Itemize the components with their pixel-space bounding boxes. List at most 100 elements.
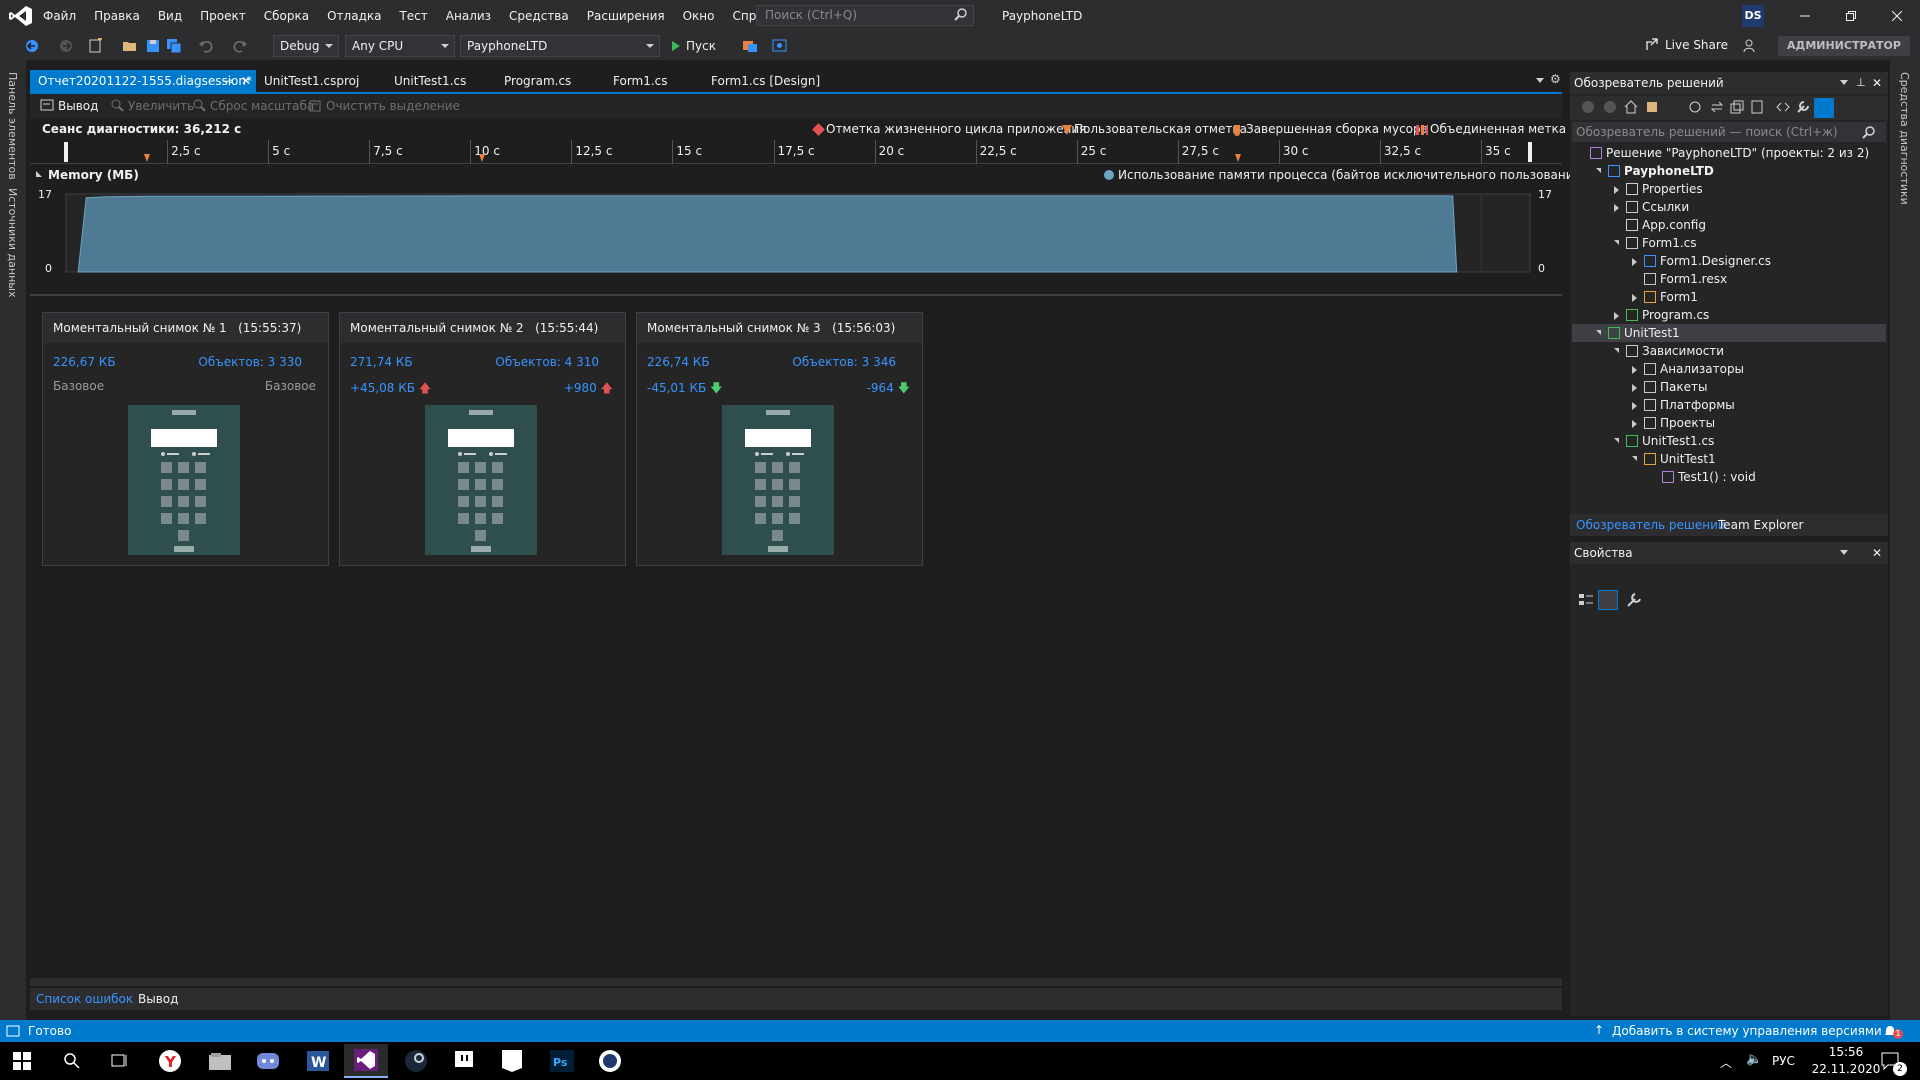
collapse-all-icon[interactable] — [1730, 100, 1744, 114]
menu-extensions[interactable]: Расширения — [578, 0, 674, 32]
heap-size-link[interactable]: 271,74 КБ — [350, 355, 413, 369]
tree-item[interactable]: Решение "PayphoneLTD" (проекты: 2 из 2) — [1572, 144, 1886, 162]
restore-button[interactable] — [1828, 0, 1874, 32]
snapshot-card[interactable]: Моментальный снимок № 1 (15:55:37) 226,67… — [42, 312, 329, 566]
collapsed-arrow-icon[interactable] — [1632, 258, 1637, 266]
tree-item[interactable]: App.config — [1572, 216, 1886, 234]
size-diff[interactable]: +45,08 КБ 🡅 — [350, 379, 431, 400]
tab-unittest-csproj[interactable]: UnitTest1.csproj — [256, 70, 367, 92]
expanded-arrow-icon[interactable] — [1632, 456, 1637, 461]
live-share-button[interactable]: Live Share — [1645, 38, 1728, 52]
pin-icon[interactable]: ⊸ — [223, 70, 233, 92]
tab-unittest-cs[interactable]: UnitTest1.cs — [386, 70, 474, 92]
tree-item[interactable]: PayphoneLTD — [1572, 162, 1886, 180]
clock-time[interactable]: 15:56 — [1816, 1045, 1876, 1059]
redo-icon[interactable] — [232, 38, 248, 54]
user-marker[interactable] — [143, 154, 150, 162]
collapsed-arrow-icon[interactable] — [1632, 402, 1637, 410]
object-diff[interactable]: -964 🡇 — [867, 379, 910, 400]
user-marker[interactable] — [1235, 154, 1242, 162]
forward-icon[interactable] — [58, 38, 74, 54]
tab-diagsession[interactable]: Отчет20201122-1555.diagsession* ⊸ ✕ — [30, 70, 256, 92]
diagnostic-tools-tab[interactable]: Средства диагностики — [1898, 72, 1911, 205]
visual-studio-logo-icon[interactable] — [8, 5, 34, 27]
forward-icon[interactable] — [1604, 101, 1616, 113]
wot-icon[interactable] — [588, 1044, 632, 1078]
browser-link-icon[interactable] — [742, 38, 758, 54]
menu-analyze[interactable]: Анализ — [437, 0, 500, 32]
home-icon[interactable] — [1624, 100, 1638, 114]
tab-error-list[interactable]: Список ошибок — [30, 988, 139, 1010]
task-view-icon[interactable] — [98, 1044, 142, 1078]
configuration-select[interactable]: Debug — [273, 35, 339, 57]
open-folder-icon[interactable] — [122, 38, 138, 54]
gear-icon[interactable]: ⚙ — [1550, 72, 1561, 86]
tree-item[interactable]: UnitTest1 — [1572, 324, 1886, 342]
menu-build[interactable]: Сборка — [255, 0, 318, 32]
view-code-icon[interactable] — [1776, 100, 1790, 114]
search-icon[interactable] — [1862, 125, 1876, 139]
tab-form1-cs[interactable]: Form1.cs — [605, 70, 676, 92]
property-pages-wrench-icon[interactable] — [1626, 592, 1642, 608]
close-tab-icon[interactable]: ✕ — [241, 70, 251, 92]
object-count-link[interactable]: Объектов: 4 310 — [495, 355, 599, 369]
epic-games-icon[interactable] — [490, 1044, 534, 1078]
snapshot-card[interactable]: Моментальный снимок № 2 (15:55:44) 271,74… — [339, 312, 626, 566]
output-button[interactable]: Вывод — [38, 94, 98, 118]
tree-item[interactable]: Form1.cs — [1572, 234, 1886, 252]
timeline-left-handle[interactable] — [64, 142, 68, 162]
new-project-icon[interactable] — [88, 38, 104, 54]
close-panel-icon[interactable]: ✕ — [1872, 72, 1882, 94]
back-icon[interactable] — [24, 38, 40, 54]
twitch-icon[interactable] — [442, 1044, 486, 1078]
save-icon[interactable] — [145, 38, 161, 54]
pin-panel-icon[interactable]: ⊥ — [1856, 72, 1866, 94]
tree-item[interactable]: UnitTest1.cs — [1572, 432, 1886, 450]
toolbox-tab[interactable]: Панель элементов — [6, 72, 19, 180]
yandex-browser-icon[interactable]: Y — [148, 1044, 192, 1078]
preview-selected-icon[interactable] — [1814, 98, 1834, 118]
tree-item[interactable]: Form1 — [1572, 288, 1886, 306]
tab-form1-design[interactable]: Form1.cs [Design] — [703, 70, 828, 92]
save-all-icon[interactable] — [166, 38, 182, 54]
tab-overflow-icon[interactable] — [1536, 78, 1544, 83]
start-button[interactable] — [0, 1044, 44, 1078]
tab-team-explorer[interactable]: Team Explorer — [1714, 514, 1808, 536]
tree-item[interactable]: Пакеты — [1572, 378, 1886, 396]
tray-chevron-icon[interactable]: ︿ — [1720, 1054, 1732, 1071]
object-count-link[interactable]: Объектов: 3 346 — [792, 355, 896, 369]
timeline-right-handle[interactable] — [1528, 142, 1532, 162]
alphabetical-icon[interactable] — [1598, 590, 1618, 610]
close-window-button[interactable] — [1874, 0, 1920, 32]
data-sources-tab[interactable]: Источники данных — [6, 188, 19, 297]
switch-views-icon[interactable] — [1646, 100, 1660, 114]
clock-date[interactable]: 22.11.2020 — [1806, 1062, 1886, 1076]
object-count-link[interactable]: Объектов: 3 330 — [198, 355, 302, 369]
menu-window[interactable]: Окно — [674, 0, 724, 32]
feedback-icon[interactable] — [1742, 38, 1758, 54]
reset-zoom-button[interactable]: Сброс масштаба — [190, 94, 314, 118]
undo-icon[interactable] — [198, 38, 214, 54]
expanded-arrow-icon[interactable] — [1614, 348, 1619, 353]
collapsed-arrow-icon[interactable] — [1632, 294, 1637, 302]
expanded-arrow-icon[interactable] — [1596, 168, 1601, 173]
tree-item[interactable]: Properties — [1572, 180, 1886, 198]
collapsed-arrow-icon[interactable] — [1632, 384, 1637, 392]
user-avatar[interactable]: DS — [1742, 5, 1764, 27]
tree-item[interactable]: Form1.Designer.cs — [1572, 252, 1886, 270]
sync-icon[interactable] — [1710, 100, 1724, 114]
tab-output[interactable]: Вывод — [132, 988, 184, 1010]
back-icon[interactable] — [1582, 101, 1594, 113]
tree-item[interactable]: Платформы — [1572, 396, 1886, 414]
show-all-files-icon[interactable] — [1750, 100, 1764, 114]
menu-debug[interactable]: Отладка — [318, 0, 390, 32]
start-button[interactable]: Пуск — [668, 35, 716, 57]
expanded-arrow-icon[interactable] — [1596, 330, 1601, 335]
menu-tools[interactable]: Средства — [500, 0, 578, 32]
photoshop-icon[interactable]: Ps — [540, 1044, 584, 1078]
object-diff[interactable]: +980 🡅 — [564, 379, 613, 400]
discord-icon[interactable] — [246, 1044, 290, 1078]
tree-item[interactable]: Form1.resx — [1572, 270, 1886, 288]
memory-chart[interactable]: 17 0 17 0 — [30, 186, 1562, 276]
tree-item[interactable]: UnitTest1 — [1572, 450, 1886, 468]
